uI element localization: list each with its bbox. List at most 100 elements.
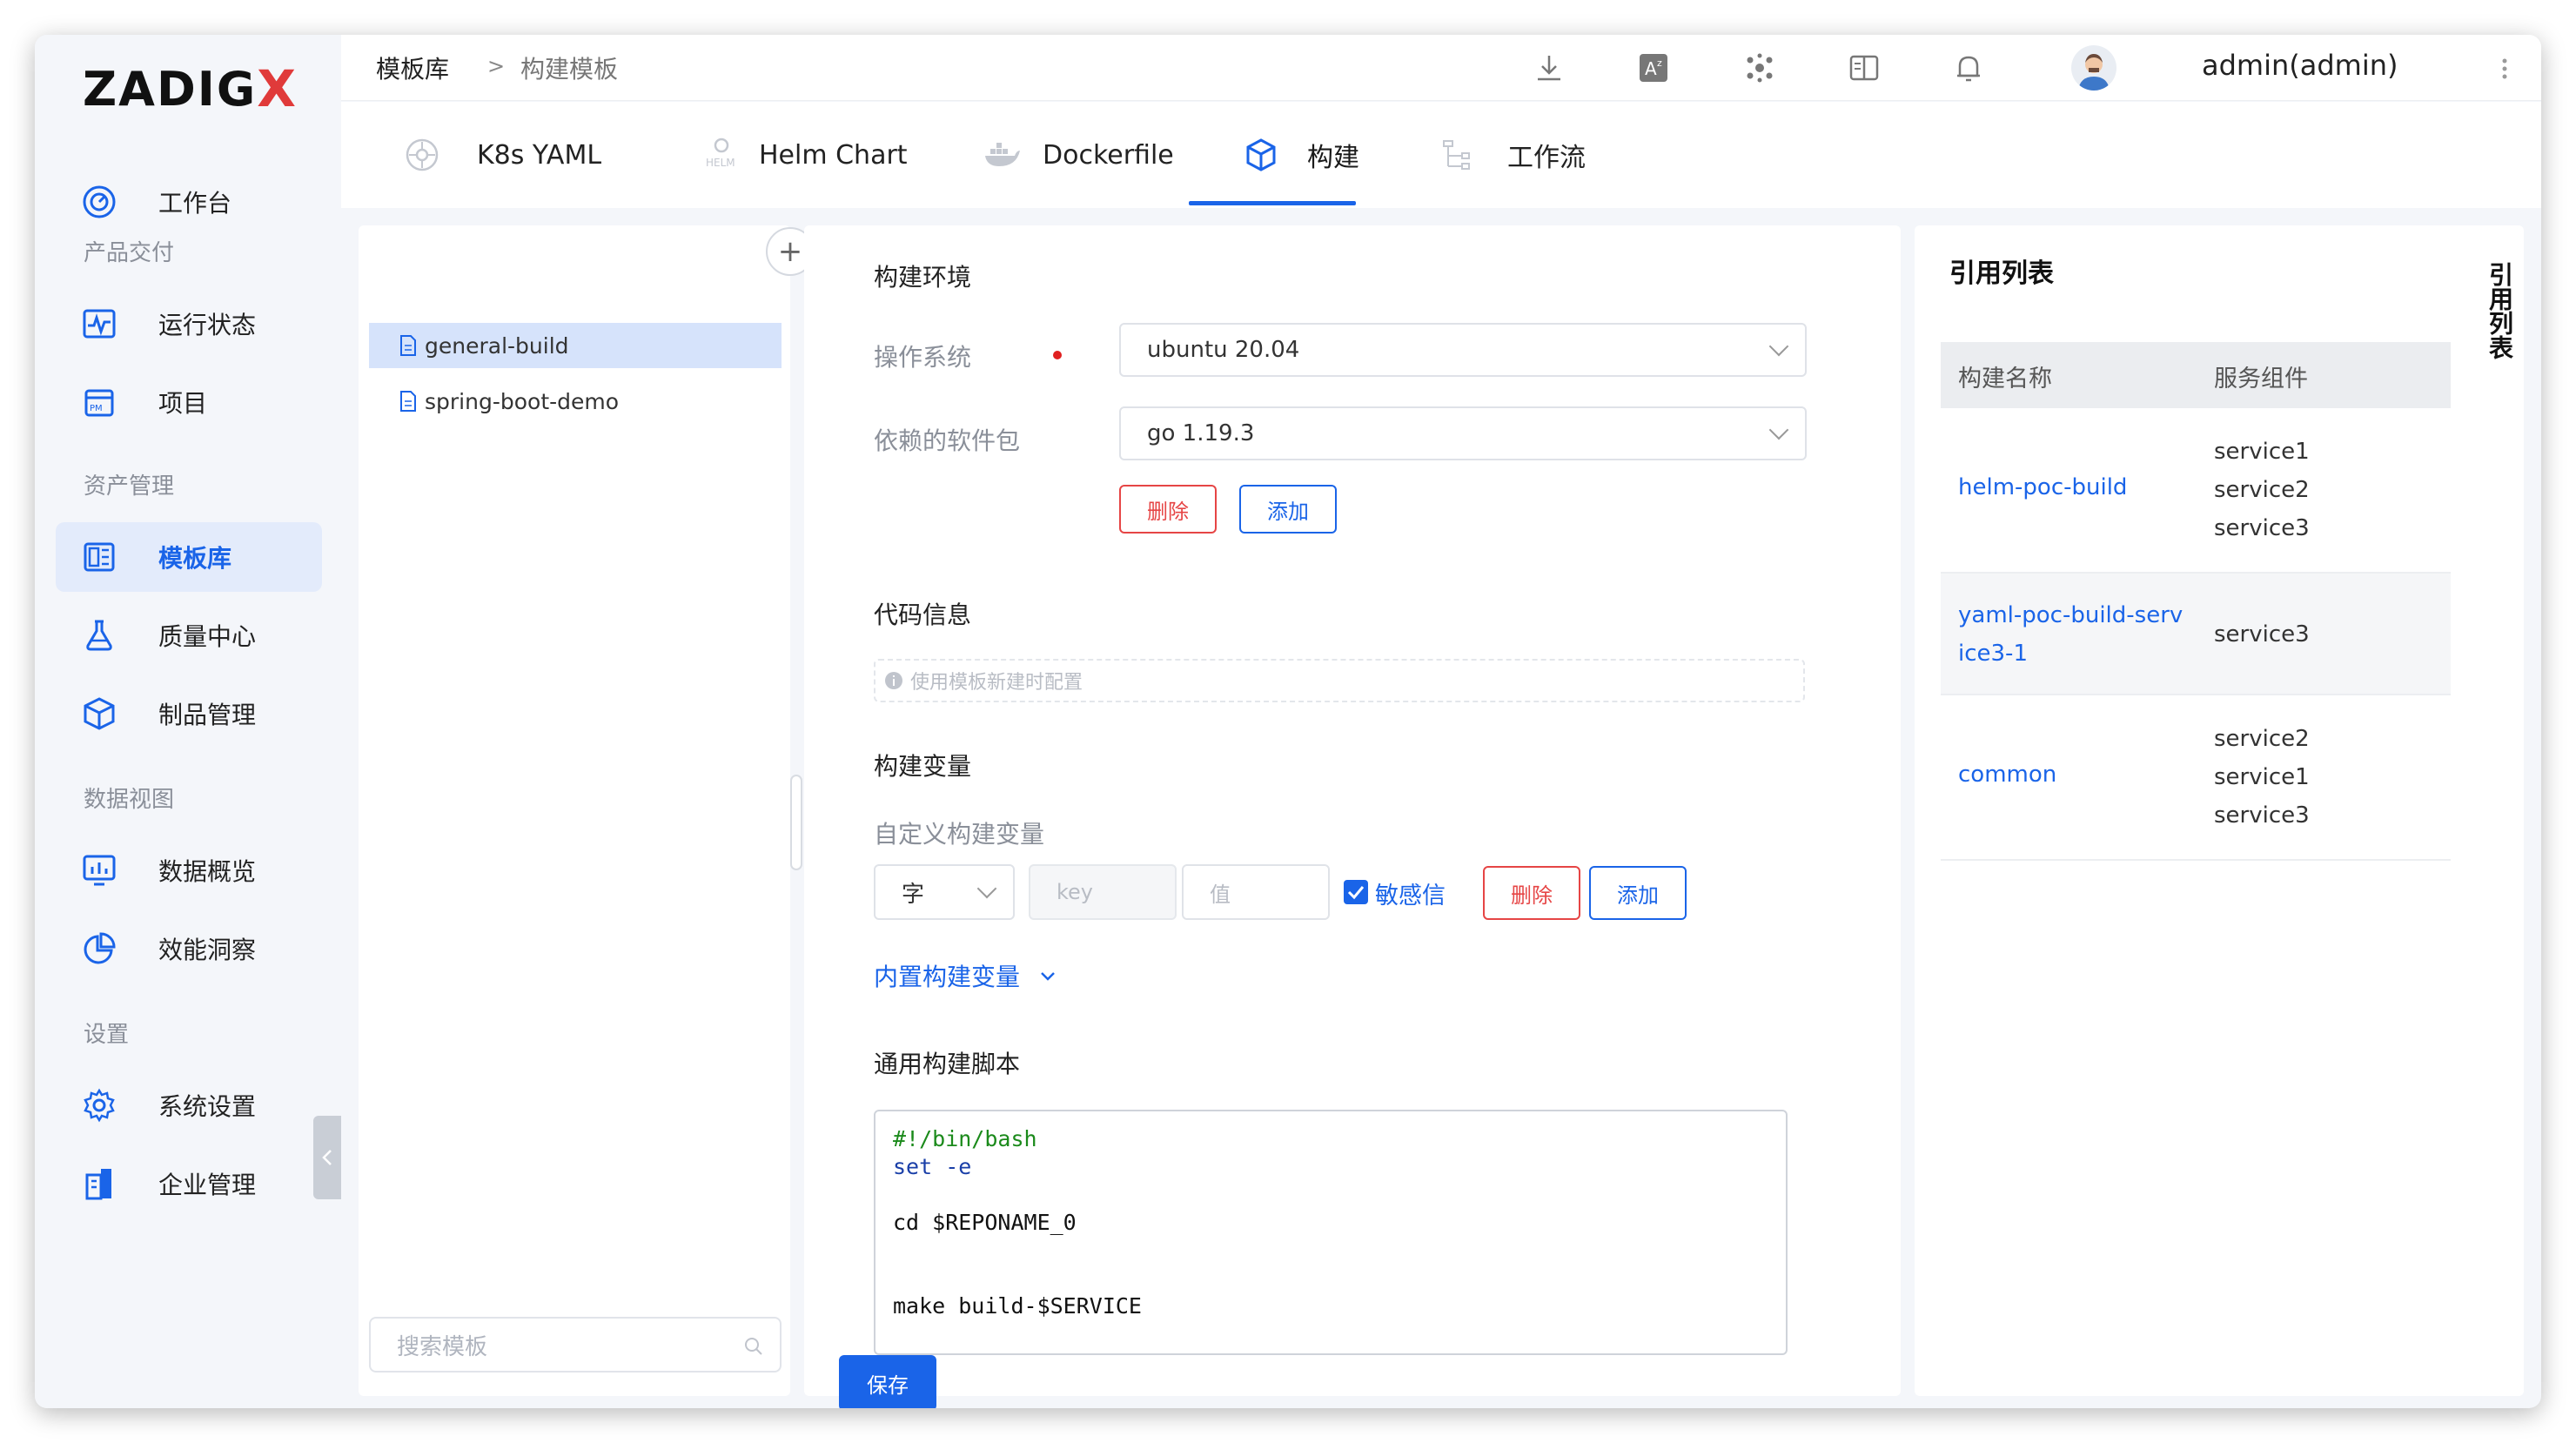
build-name-link[interactable]: yaml-poc-build-serv ice3-1	[1958, 596, 2183, 673]
helm-icon: HELM	[706, 138, 735, 169]
translate-icon[interactable]: Az	[1638, 52, 1669, 84]
build-name-line: yaml-poc-build-serv	[1958, 602, 2184, 628]
sidebar-item-settings[interactable]: 系统设置	[56, 1071, 322, 1140]
avatar[interactable]	[2071, 45, 2116, 91]
tab-workflow[interactable]: 工作流	[1439, 102, 1586, 208]
tab-helm-chart[interactable]: HELM Helm Chart	[701, 102, 908, 208]
service-item: service3	[2214, 802, 2310, 829]
code-info-box: 使用模板新建时配置	[874, 659, 1805, 702]
docker-icon	[985, 143, 1020, 166]
sidebar-item-label: 运行状态	[158, 311, 257, 339]
sidebar-item-templates[interactable]: 模板库	[56, 522, 322, 592]
reference-table-header: 构建名称 服务组件	[1941, 342, 2451, 408]
var-key-input[interactable]: key	[1029, 864, 1177, 920]
script-line: make build-$SERVICE	[893, 1293, 1142, 1319]
chevron-down-icon	[1768, 336, 1789, 357]
download-icon[interactable]	[1533, 52, 1565, 84]
script-line	[893, 1181, 1768, 1209]
save-button[interactable]: 保存	[839, 1355, 936, 1408]
add-var-button[interactable]: 添加	[1589, 866, 1687, 920]
file-icon	[400, 391, 416, 412]
username[interactable]: admin(admin)	[2202, 49, 2398, 82]
svg-text:PM: PM	[90, 404, 103, 413]
chevron-down-icon	[1768, 419, 1789, 440]
deps-select[interactable]: go 1.19.3	[1119, 406, 1807, 460]
gear-icon	[84, 1088, 115, 1123]
script-line: #!/bin/bash	[893, 1126, 1037, 1151]
sidebar-item-enterprise[interactable]: 企业管理	[56, 1149, 322, 1218]
sidebar-item-label: 质量中心	[158, 622, 257, 651]
build-script-editor[interactable]: #!/bin/bash set -e cd $REPONAME_0 make b…	[874, 1110, 1788, 1355]
workflow-icon	[1443, 140, 1470, 170]
template-item-label: spring-boot-demo	[425, 388, 620, 414]
sidebar-item-workbench[interactable]: 工作台	[56, 167, 322, 237]
tab-label: K8s YAML	[477, 139, 602, 171]
search-placeholder: 搜索模板	[397, 1333, 488, 1360]
svg-text:A: A	[1645, 58, 1657, 79]
sidebar-item-project[interactable]: PM 项目	[56, 367, 322, 437]
var-key-placeholder: key	[1057, 880, 1094, 904]
sidebar-item-label: 制品管理	[158, 701, 257, 729]
active-tab-indicator	[1189, 201, 1356, 205]
header-build-name: 构建名称	[1958, 366, 2052, 393]
sidebar-item-quality[interactable]: 质量中心	[56, 601, 322, 670]
var-type-select[interactable]: 字	[874, 864, 1015, 920]
var-value-input[interactable]: 值	[1182, 864, 1330, 920]
deps-value: go 1.19.3	[1147, 420, 1255, 446]
sidebar-item-artifacts[interactable]: 制品管理	[56, 679, 322, 748]
builtin-vars-toggle[interactable]: 内置构建变量	[874, 958, 1058, 993]
more-icon[interactable]	[2499, 56, 2510, 82]
sidebar: ZADIG X 工作台 产品交付 运行状态 PM 项目 资产管理 模板库 质量中心…	[35, 35, 341, 1408]
tab-label: 构建	[1307, 143, 1359, 173]
building-icon	[85, 1169, 111, 1200]
section-title-vars: 构建变量	[874, 752, 972, 781]
tab-label: Dockerfile	[1043, 139, 1174, 171]
collapse-sidebar-button[interactable]	[313, 1116, 341, 1199]
sidebar-item-status[interactable]: 运行状态	[56, 289, 322, 359]
integration-icon[interactable]	[1744, 52, 1775, 84]
table-row: common service2 service1 service3	[1941, 695, 2451, 861]
tab-build[interactable]: 构建	[1243, 102, 1359, 208]
reference-side-tab[interactable]: 引用列表	[2480, 252, 2519, 406]
build-name-link[interactable]: common	[1958, 762, 2056, 788]
template-item[interactable]: spring-boot-demo	[399, 386, 619, 417]
required-indicator	[1053, 351, 1062, 359]
breadcrumb-root[interactable]: 模板库	[376, 50, 449, 85]
dashboard-icon	[83, 185, 116, 218]
code-hint: 使用模板新建时配置	[910, 672, 1083, 694]
svg-text:z: z	[1657, 57, 1662, 69]
add-dep-button[interactable]: 添加	[1239, 485, 1337, 534]
reference-title: 引用列表	[1949, 258, 2054, 289]
sidebar-item-overview[interactable]: 数据概览	[56, 836, 322, 905]
tab-dockerfile[interactable]: Dockerfile	[982, 102, 1174, 208]
service-item: service3	[2214, 621, 2310, 648]
os-value: ubuntu 20.04	[1147, 337, 1300, 363]
pulse-icon	[83, 309, 116, 339]
check-icon	[1347, 886, 1365, 900]
os-select[interactable]: ubuntu 20.04	[1119, 323, 1807, 377]
bell-icon[interactable]	[1953, 52, 1984, 84]
deps-label: 依赖的软件包	[874, 426, 1021, 455]
sensitive-checkbox[interactable]	[1344, 880, 1368, 904]
builtin-vars-label: 内置构建变量	[874, 963, 1021, 991]
service-item: service2	[2214, 477, 2310, 503]
breadcrumb-separator: >	[487, 54, 506, 78]
section-label: 产品交付	[84, 240, 175, 266]
service-item: service1	[2214, 439, 2310, 465]
script-line: set -e	[893, 1154, 972, 1179]
logo[interactable]: ZADIG X	[83, 54, 298, 124]
chevron-down-icon	[1041, 972, 1055, 981]
tab-label: Helm Chart	[759, 139, 908, 171]
search-template-input[interactable]: 搜索模板	[369, 1317, 782, 1373]
info-icon	[885, 672, 902, 689]
delete-var-button[interactable]: 删除	[1483, 866, 1580, 920]
resize-handle-left[interactable]	[790, 775, 802, 870]
delete-dep-button[interactable]: 删除	[1119, 485, 1217, 534]
docs-icon[interactable]	[1848, 52, 1880, 84]
template-item[interactable]: general-build	[399, 330, 569, 361]
custom-vars-label: 自定义构建变量	[874, 820, 1045, 849]
sidebar-item-insight[interactable]: 效能洞察	[56, 914, 322, 983]
build-name-link[interactable]: helm-poc-build	[1958, 474, 2127, 500]
table-row: yaml-poc-build-serv ice3-1 service3	[1941, 574, 2451, 695]
tab-k8s-yaml[interactable]: K8s YAML	[404, 102, 601, 208]
